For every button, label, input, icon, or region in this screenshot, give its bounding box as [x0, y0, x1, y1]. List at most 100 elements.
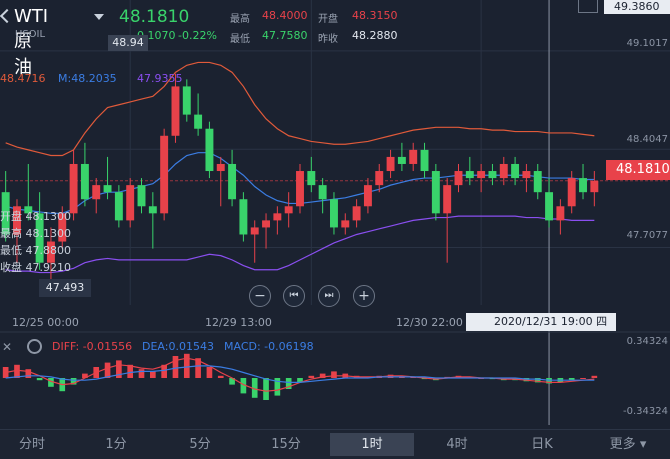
candle-body — [194, 114, 203, 129]
scroll-start-button[interactable]: ⏮ — [283, 285, 305, 307]
macd-bar — [308, 375, 315, 378]
boll-ma-value: M:48.2035 — [58, 72, 117, 85]
macd-bar — [206, 367, 213, 378]
x-tick: 12/30 22:00 — [396, 316, 463, 329]
macd-dea-label: DEA:0.01543 — [142, 340, 214, 353]
macd-bar — [331, 371, 337, 378]
candlestick-chart[interactable] — [0, 0, 670, 429]
candle-body — [488, 171, 497, 179]
high-marker: 48.94 — [108, 35, 148, 51]
macd-value-label: MACD: -0.06198 — [224, 340, 314, 353]
interval-tab-bar: 分时 1分 5分 15分 1时 4时 日K 更多 ▾ — [0, 429, 670, 459]
candle-body — [499, 163, 508, 179]
scroll-end-button[interactable]: ⏭ — [318, 285, 340, 307]
candle-body — [137, 185, 146, 207]
candle-body — [443, 185, 452, 214]
macd-diff-label: DIFF: -0.01556 — [52, 340, 133, 353]
candle-body — [318, 185, 327, 200]
candle-body — [579, 178, 587, 193]
candle-body — [556, 206, 565, 221]
candle-body — [375, 171, 384, 186]
candle-body — [250, 227, 259, 235]
candle-body — [205, 128, 214, 172]
candle-body — [239, 199, 248, 235]
macd-bar — [36, 378, 43, 381]
tab-1hour[interactable]: 1时 — [330, 433, 414, 456]
macd-bar — [263, 378, 269, 400]
info-close: 收盘 47.9210 — [0, 261, 71, 274]
tab-1min[interactable]: 1分 — [74, 430, 158, 459]
macd-bar — [14, 364, 20, 378]
macd-bar — [172, 356, 179, 378]
x-tick: 12/25 00:00 — [12, 316, 79, 329]
candle-body — [397, 156, 406, 164]
candle-body — [126, 185, 135, 221]
ohlc-info-panel: 开盘 48.1300 最高 48.1300 最低 47.8800 收盘 47.9… — [0, 208, 71, 276]
boll-upper-value: 48.4716 — [0, 72, 46, 85]
candle-body — [352, 206, 361, 221]
candle-body — [273, 213, 282, 221]
y-tick: 47.7077 — [626, 230, 668, 241]
candle-body — [307, 171, 316, 186]
info-open: 开盘 48.1300 — [0, 210, 71, 223]
tab-daily[interactable]: 日K — [500, 430, 584, 459]
crosshair-time-label: 2020/12/31 19:00 四 — [466, 313, 616, 331]
candle-body — [148, 206, 157, 214]
macd-tick: -0.34324 — [623, 406, 668, 417]
candle-body — [171, 86, 180, 136]
candle-body — [296, 171, 304, 207]
candle-body — [363, 185, 372, 207]
tab-more[interactable]: 更多 ▾ — [586, 430, 670, 459]
candle-body — [182, 86, 191, 115]
macd-bar — [217, 375, 224, 378]
candle-body — [454, 171, 463, 186]
candle-body — [92, 185, 101, 200]
y-tick: 49.1017 — [626, 38, 668, 49]
candle-body — [103, 185, 112, 193]
collapse-icon[interactable]: ✕ — [2, 340, 12, 354]
candle-body — [431, 171, 440, 214]
candle-body — [567, 178, 576, 207]
macd-bar — [25, 369, 32, 378]
candle-body — [262, 220, 270, 228]
candle-body — [465, 171, 474, 179]
candle-body — [80, 163, 89, 200]
candle-body — [386, 156, 395, 172]
tab-fenshi[interactable]: 分时 — [0, 430, 74, 459]
macd-bar — [150, 371, 156, 378]
tab-15min[interactable]: 15分 — [244, 430, 328, 459]
tab-4hour[interactable]: 4时 — [415, 430, 499, 459]
x-tick: 12/29 13:00 — [205, 316, 272, 329]
candle-body — [114, 192, 123, 221]
candle-body — [69, 163, 78, 214]
macd-bar — [580, 378, 586, 379]
candle-body — [533, 171, 542, 193]
candle-body — [545, 192, 554, 221]
y-tick: 48.4047 — [626, 134, 668, 145]
macd-bar — [591, 375, 598, 378]
boll-lower-line — [5, 215, 595, 274]
candle-body — [511, 163, 520, 179]
candle-body — [216, 163, 225, 172]
zoom-in-button[interactable]: + — [353, 285, 375, 307]
chevron-down-icon: ▾ — [639, 437, 647, 452]
macd-bar — [104, 362, 111, 378]
candle-body — [341, 220, 350, 228]
macd-bar — [183, 353, 190, 378]
low-marker: 47.493 — [39, 279, 91, 297]
settings-gear-icon[interactable] — [27, 339, 42, 354]
candle-body — [330, 199, 338, 228]
candle-body — [590, 180, 599, 193]
candle-body — [228, 163, 237, 200]
boll-lower-value: 47.9355 — [137, 72, 183, 85]
macd-bar — [138, 369, 145, 378]
info-high: 最高 48.1300 — [0, 227, 71, 240]
tab-5min[interactable]: 5分 — [158, 430, 242, 459]
zoom-out-button[interactable]: − — [249, 285, 271, 307]
current-price-tag: 48.1810 — [606, 160, 670, 180]
candle-body — [160, 135, 169, 214]
info-low: 最低 47.8800 — [0, 244, 71, 257]
candle-body — [420, 149, 429, 172]
candle-body — [522, 171, 531, 179]
candle-body — [409, 149, 418, 164]
